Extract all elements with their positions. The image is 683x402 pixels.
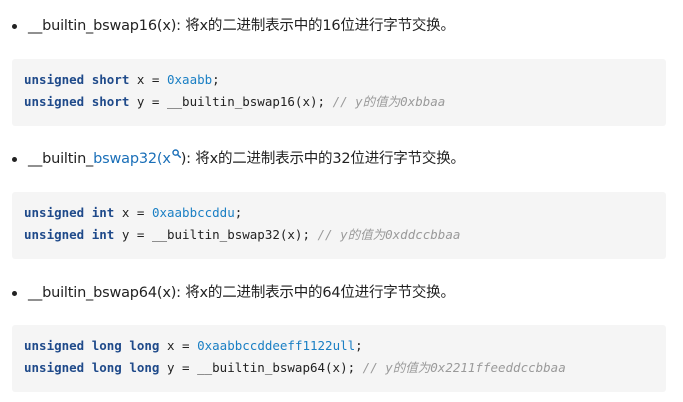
code-keyword: unsigned short bbox=[24, 94, 130, 109]
bswap32-link[interactable]: bswap32(x bbox=[93, 151, 171, 167]
bullet-dot bbox=[12, 24, 17, 29]
code-keyword: unsigned short bbox=[24, 72, 130, 87]
bullet-dot bbox=[12, 291, 17, 296]
code-text: y = __builtin_bswap32(x); bbox=[114, 227, 318, 242]
search-icon[interactable] bbox=[172, 149, 181, 158]
code-block-bswap64: unsigned long long x = 0xaabbccddeeff112… bbox=[12, 325, 666, 392]
code-keyword: unsigned int bbox=[24, 227, 115, 242]
code-comment: // y的值为0xddccbbaa bbox=[317, 227, 461, 242]
code-text: ; bbox=[212, 72, 220, 87]
code-line: unsigned long long y = __builtin_bswap64… bbox=[24, 358, 566, 378]
bswap16-description: __builtin_bswap16(x): 将x的二进制表示中的16位进行字节交… bbox=[28, 18, 455, 34]
code-line: unsigned long long x = 0xaabbccddeeff112… bbox=[24, 336, 363, 356]
code-comment: // y的值为0x2211ffeeddccbbaa bbox=[362, 360, 566, 375]
code-keyword: unsigned int bbox=[24, 205, 115, 220]
code-number: 0xaabb bbox=[167, 72, 213, 87]
code-line: unsigned int y = __builtin_bswap32(x); /… bbox=[24, 225, 460, 245]
bswap64-description: __builtin_bswap64(x): 将x的二进制表示中的64位进行字节交… bbox=[28, 285, 455, 301]
code-block-bswap16: unsigned short x = 0xaabb; unsigned shor… bbox=[12, 59, 666, 126]
code-text: y = __builtin_bswap64(x); bbox=[159, 360, 363, 375]
code-text: y = __builtin_bswap16(x); bbox=[129, 94, 333, 109]
code-text: x = bbox=[129, 72, 167, 87]
code-block-bswap32: unsigned int x = 0xaabbccddu; unsigned i… bbox=[12, 192, 666, 259]
code-keyword: unsigned long long bbox=[24, 360, 160, 375]
bswap32-prefix: __builtin_ bbox=[28, 151, 94, 167]
code-text: ; bbox=[355, 338, 363, 353]
code-text: ; bbox=[234, 205, 243, 220]
code-keyword: unsigned long long bbox=[24, 338, 160, 353]
code-line: unsigned short x = 0xaabb; bbox=[24, 70, 220, 90]
bswap32-suffix: ): 将x的二进制表示中的32位进行字节交换。 bbox=[180, 151, 465, 167]
bswap32-description: __builtin_bswap32(x ): 将x的二进制表示中的32位进行字节交… bbox=[28, 148, 465, 170]
code-number: 0xaabbccddu bbox=[151, 205, 235, 220]
code-number: 0xaabbccddeeff1122ull bbox=[197, 338, 356, 353]
code-text: x = bbox=[114, 205, 152, 220]
bullet-dot bbox=[12, 157, 17, 162]
code-comment: // y的值为0xbbaa bbox=[332, 94, 446, 109]
code-line: unsigned int x = 0xaabbccddu; bbox=[24, 203, 242, 223]
code-line: unsigned short y = __builtin_bswap16(x);… bbox=[24, 92, 445, 112]
code-text: x = bbox=[159, 338, 198, 353]
